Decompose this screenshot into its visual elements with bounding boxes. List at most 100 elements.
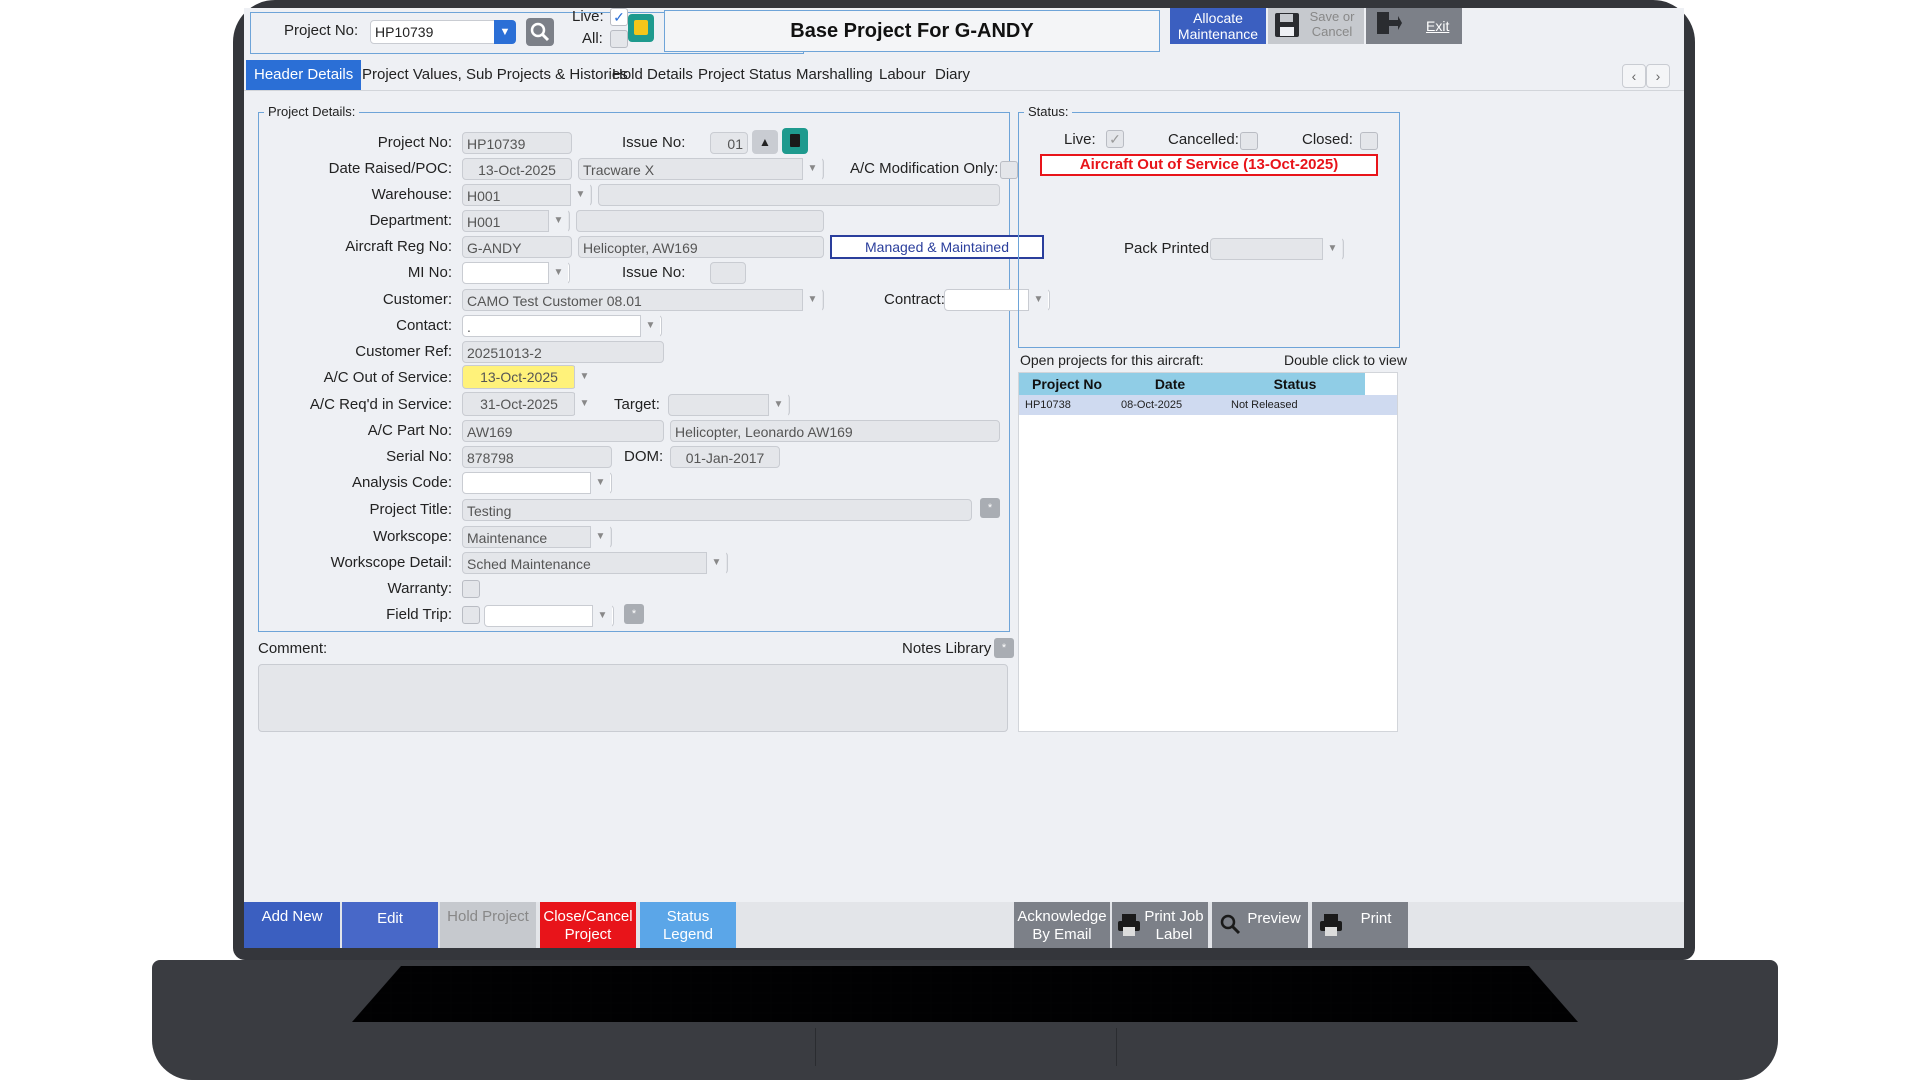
ac-out-field[interactable]: 13-Oct-2025 (462, 365, 576, 389)
acknowledge-email-button[interactable]: Acknowledge By Email (1014, 902, 1110, 948)
all-label: All: (582, 30, 603, 47)
exit-door-icon (1377, 12, 1402, 34)
cancelled-label: Cancelled: (1168, 131, 1239, 148)
allocate-maintenance-button[interactable]: Allocate Maintenance (1170, 8, 1266, 44)
search-button[interactable] (526, 18, 554, 46)
close-cancel-button[interactable]: Close/Cancel Project (540, 902, 636, 948)
contact-field[interactable]: . (462, 315, 662, 337)
top-toolbar: Project No: HP10739 ▼ Live: ✓ All: Base … (244, 8, 1684, 60)
print-job-label-label: Print Job Label (1144, 908, 1204, 943)
project-no-dropdown[interactable]: ▼ (494, 20, 516, 44)
chevron-down-icon: ▼ (773, 399, 784, 410)
chevron-left-icon: ‹ (1631, 68, 1637, 84)
ac-reqd-dropdown[interactable]: ▼ (574, 393, 594, 415)
chevron-right-icon: › (1655, 68, 1661, 84)
ac-reqd-field[interactable]: 31-Oct-2025 (462, 392, 576, 416)
poc-dropdown[interactable]: ▼ (802, 158, 822, 180)
mi-issue-field (710, 262, 746, 284)
project-title-label: Project Title: (369, 501, 452, 518)
ac-mod-checkbox[interactable] (1000, 161, 1018, 179)
add-new-label: Add New (261, 908, 323, 925)
column-header-status[interactable]: Status (1225, 373, 1365, 395)
customer-field[interactable]: CAMO Test Customer 08.01 (462, 289, 824, 311)
row-date: 08-Oct-2025 (1121, 399, 1183, 411)
tab-bar: Header Details Project Values, Sub Proje… (244, 60, 1684, 91)
ac-reqd-label: A/C Req'd in Service: (309, 396, 452, 413)
workscope-detail-dropdown[interactable]: ▼ (706, 552, 726, 574)
poc-field[interactable]: Tracware X (578, 158, 824, 180)
table-row[interactable]: HP10738 08-Oct-2025 Not Released (1019, 395, 1397, 415)
issue-up-button[interactable]: ▲ (752, 130, 778, 154)
ac-out-dropdown[interactable]: ▼ (574, 366, 594, 388)
project-no-input[interactable]: HP10739 (370, 20, 512, 44)
project-title-field[interactable]: Testing (462, 499, 972, 521)
field-trip-checkbox[interactable] (462, 606, 480, 624)
aircraft-reg-field: G-ANDY (462, 236, 572, 258)
department-dropdown[interactable]: ▼ (548, 210, 568, 232)
tab-prev-button[interactable]: ‹ (1622, 64, 1646, 88)
workscope-label: Workscope: (373, 528, 452, 545)
pack-printed-dropdown[interactable]: ▼ (1322, 238, 1342, 260)
project-title-notes-button[interactable]: * (980, 498, 1000, 518)
dom-label: DOM: (624, 448, 664, 465)
target-dropdown[interactable]: ▼ (768, 394, 788, 416)
warehouse-label: Warehouse: (371, 186, 452, 203)
save-cancel-button[interactable]: Save or Cancel (1268, 8, 1364, 44)
ac-out-label: A/C Out of Service: (323, 369, 452, 386)
workscope-dropdown[interactable]: ▼ (590, 526, 610, 548)
tab-project-values[interactable]: Project Values, Sub Projects & Histories (354, 60, 636, 90)
all-checkbox[interactable] (610, 30, 628, 48)
ac-part-field: AW169 (462, 420, 664, 442)
comment-textarea[interactable] (258, 664, 1008, 732)
tab-labour[interactable]: Labour (871, 60, 934, 90)
tab-header-details[interactable]: Header Details (246, 60, 362, 90)
warranty-checkbox[interactable] (462, 580, 480, 598)
customer-ref-label: Customer Ref: (355, 343, 452, 360)
exit-button[interactable]: Exit (1366, 8, 1462, 44)
project-no-field: HP10739 (462, 132, 572, 154)
chevron-down-icon: ▼ (579, 371, 590, 382)
edit-label: Edit (377, 910, 403, 927)
add-new-button[interactable]: Add New (244, 902, 340, 948)
save-cancel-label: Save or Cancel (1309, 9, 1355, 39)
notes-button[interactable] (628, 14, 654, 42)
mi-issue-label: Issue No: (622, 264, 686, 281)
chevron-down-icon: ▼ (597, 610, 608, 621)
asterisk-icon: * (631, 608, 637, 620)
chevron-down-icon: ▼ (553, 267, 564, 278)
contact-dropdown[interactable]: ▼ (640, 315, 660, 337)
contact-label: Contact: (396, 317, 452, 334)
field-trip-notes-button[interactable]: * (624, 604, 644, 624)
print-job-label-button[interactable]: Print Job Label (1112, 902, 1208, 948)
target-label: Target: (614, 396, 660, 413)
field-trip-dropdown[interactable]: ▼ (592, 605, 612, 627)
tab-marshalling[interactable]: Marshalling (788, 60, 881, 90)
date-raised-label: Date Raised/POC: (328, 160, 452, 177)
live-checkbox[interactable]: ✓ (610, 8, 628, 26)
notes-library-button[interactable]: * (994, 638, 1014, 658)
floppy-disk-icon (1275, 13, 1299, 37)
serial-label: Serial No: (386, 448, 452, 465)
preview-button[interactable]: Preview (1212, 902, 1308, 948)
status-legend-button[interactable]: Status Legend (640, 902, 736, 948)
edit-button[interactable]: Edit (342, 902, 438, 948)
out-of-service-alert: Aircraft Out of Service (13-Oct-2025) (1040, 154, 1378, 176)
tab-diary[interactable]: Diary (927, 60, 978, 90)
hold-project-button[interactable]: Hold Project (440, 902, 536, 948)
print-button[interactable]: Print (1312, 902, 1408, 948)
tab-project-status[interactable]: Project Status (690, 60, 799, 90)
tab-next-button[interactable]: › (1646, 64, 1670, 88)
chevron-down-icon: ▼ (645, 320, 656, 331)
warehouse-dropdown[interactable]: ▼ (570, 184, 590, 206)
project-details-title: Project Details: (264, 104, 360, 119)
issue-doc-button[interactable] (782, 128, 808, 154)
customer-dropdown[interactable]: ▼ (802, 289, 822, 311)
column-header-date[interactable]: Date (1115, 373, 1225, 395)
chevron-down-icon: ▼ (595, 477, 606, 488)
analysis-code-dropdown[interactable]: ▼ (590, 472, 610, 494)
mi-no-dropdown[interactable]: ▼ (548, 262, 568, 284)
tab-hold-details[interactable]: Hold Details (604, 60, 701, 90)
workscope-detail-field[interactable]: Sched Maintenance (462, 552, 728, 574)
customer-ref-field[interactable]: 20251013-2 (462, 341, 664, 363)
column-header-project-no[interactable]: Project No (1019, 373, 1115, 395)
